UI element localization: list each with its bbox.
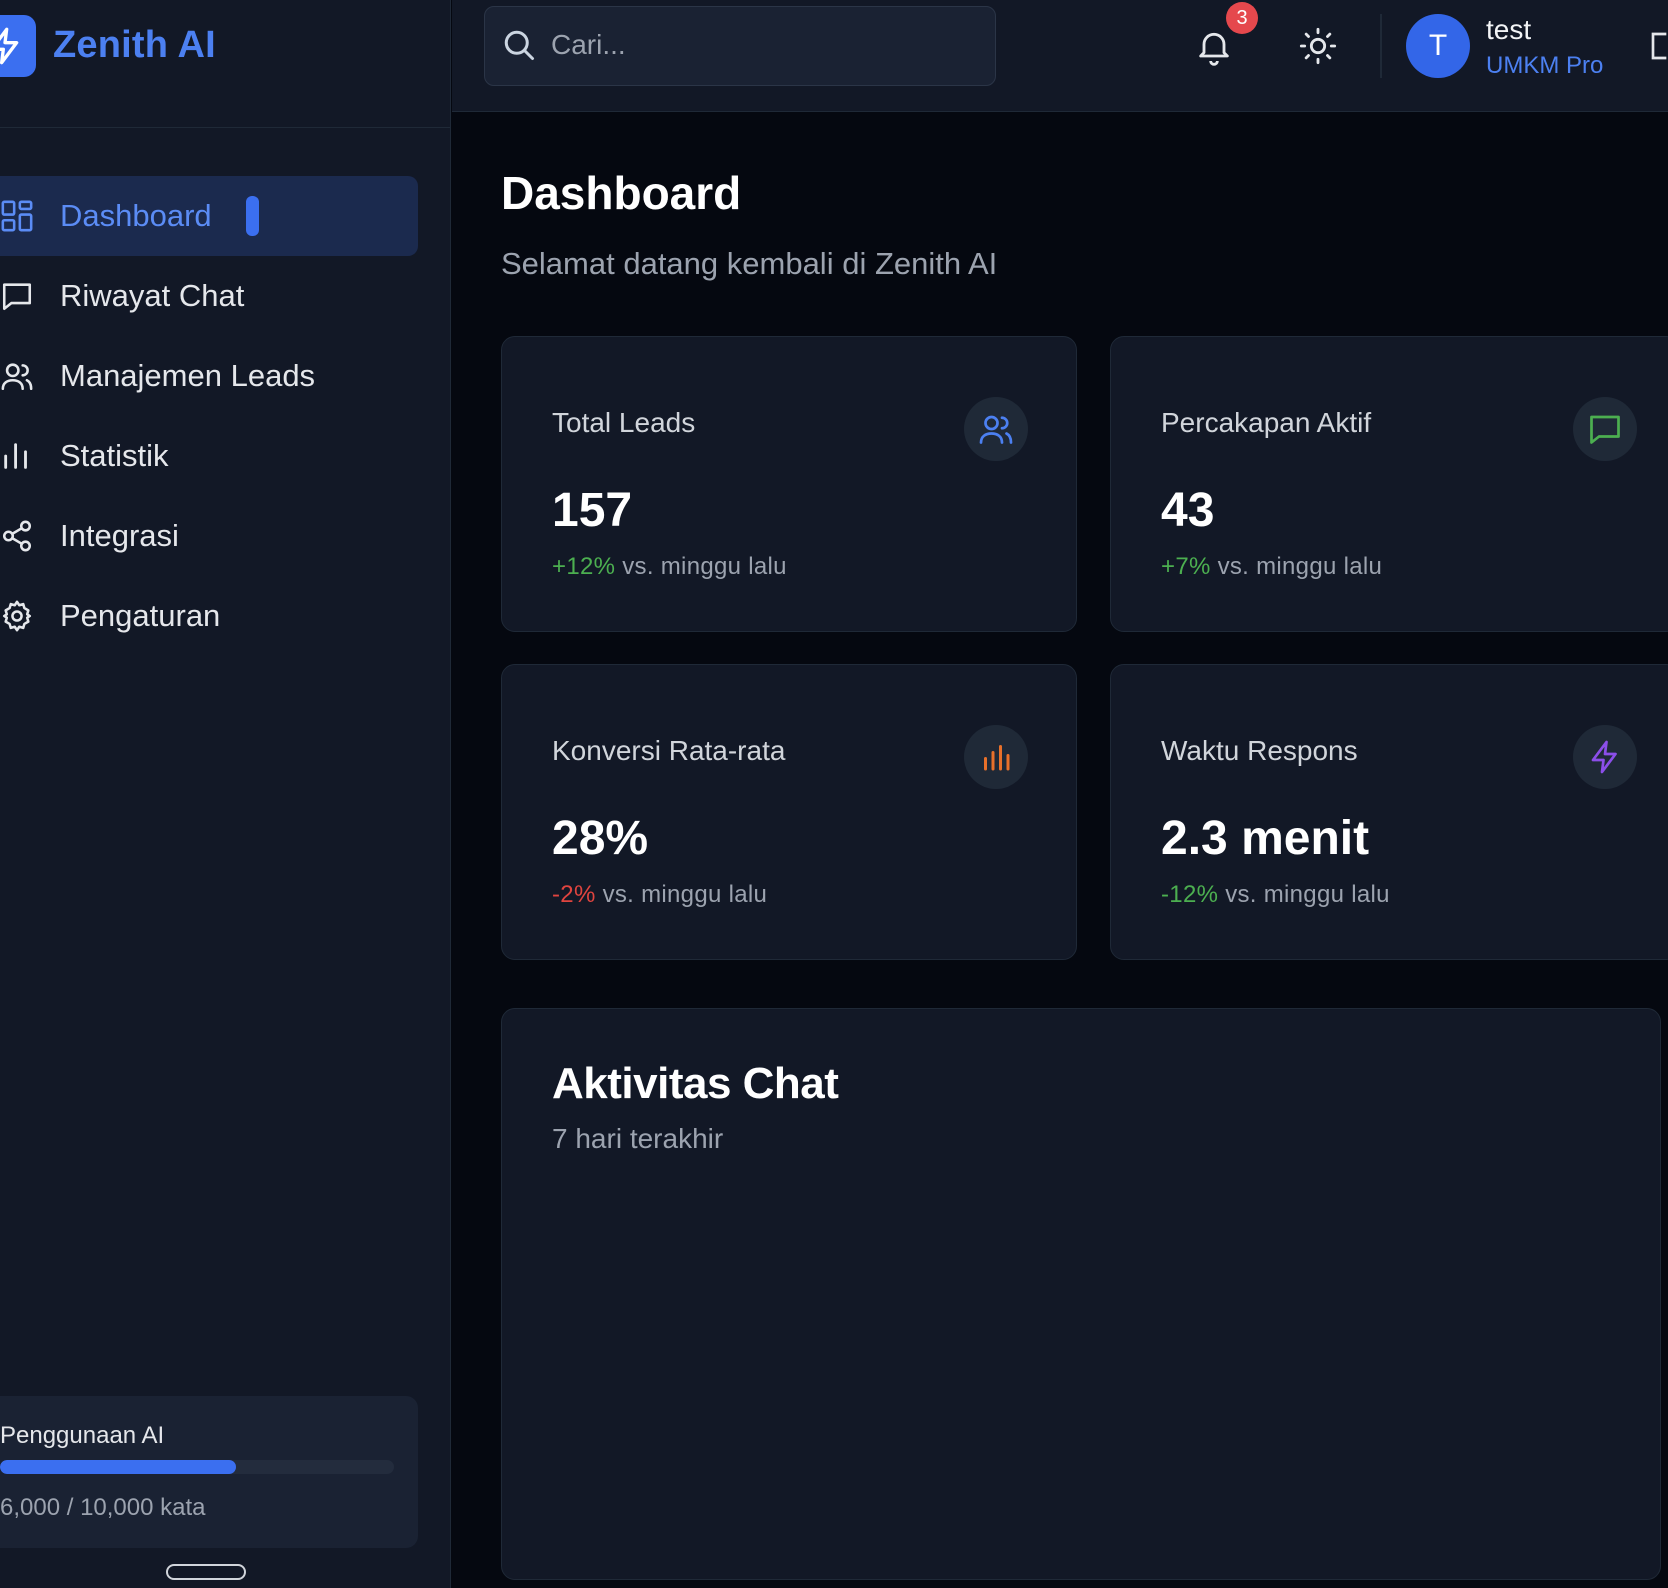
card-title: Konversi Rata-rata [552,735,786,766]
card-change-value: -12% [1161,881,1219,908]
sidebar-item-pengaturan[interactable]: Pengaturan [0,576,418,656]
chart-title: Aktivitas Chat [552,1059,839,1108]
ai-usage-panel: Penggunaan AI 6,000 / 10,000 kata [0,1396,418,1548]
avatar[interactable]: T [1406,14,1470,78]
chat-activity-card: Aktivitas Chat 7 hari terakhir [501,1008,1661,1580]
chat-bubble-icon [2,283,32,311]
header-divider [1380,14,1382,78]
card-change-suffix: vs. minggu lalu [1217,553,1383,580]
sidebar-item-label: Statistik [60,438,169,473]
card-change: +7% vs. minggu lalu [1161,553,1382,581]
card-value: 157 [552,484,633,537]
chart-subtitle: 7 hari terakhir [552,1123,724,1154]
sidebar: Zenith AI Dashboard Riwayat Chat Manajem… [0,0,451,1588]
stat-card-percakapan-aktif: Percakapan Aktif 43 +7% vs. minggu lalu [1110,336,1668,632]
card-change-value: -2% [552,881,596,908]
card-change-suffix: vs. minggu lalu [622,553,787,580]
card-change: +12% vs. minggu lalu [552,553,787,581]
bell-icon[interactable] [1194,26,1234,66]
card-icon-wrapper [1573,725,1637,789]
sidebar-item-manajemen-leads[interactable]: Manajemen Leads [0,336,418,416]
user-plan: UMKM Pro [1486,52,1604,79]
sidebar-item-label: Manajemen Leads [60,358,316,393]
top-header: 3 T test UMKM Pro [452,0,1668,112]
gear-icon [2,600,32,632]
notification-badge: 3 [1226,2,1258,34]
sidebar-item-statistik[interactable]: Statistik [0,416,418,496]
stat-card-konversi: Konversi Rata-rata 28% -2% vs. minggu la… [501,664,1077,960]
card-change-suffix: vs. minggu lalu [1225,881,1390,908]
sidebar-item-label: Dashboard [60,198,212,233]
sidebar-item-riwayat-chat[interactable]: Riwayat Chat [0,256,418,336]
card-change-value: +7% [1161,553,1211,580]
sidebar-scroll-handle[interactable] [166,1564,246,1580]
card-icon-wrapper [964,725,1028,789]
card-icon-wrapper [1573,397,1637,461]
card-title: Waktu Respons [1161,735,1358,766]
sidebar-item-label: Riwayat Chat [60,278,245,313]
sidebar-item-label: Integrasi [60,518,179,553]
usage-text: 6,000 / 10,000 kata [0,1494,206,1521]
stat-card-waktu-respons: Waktu Respons 2.3 menit -12% vs. minggu … [1110,664,1668,960]
card-title: Percakapan Aktif [1161,407,1372,438]
lightning-logo-icon[interactable] [0,15,36,77]
sidebar-item-dashboard[interactable]: Dashboard [0,176,418,256]
usage-progress-fill [0,1460,237,1474]
sun-icon[interactable] [1298,26,1338,66]
brand-header: Zenith AI [0,0,451,128]
sidebar-item-integrasi[interactable]: Integrasi [0,496,418,576]
page-subtitle: Selamat datang kembali di Zenith AI [501,246,998,281]
bar-chart-icon [4,443,27,469]
search-icon [504,30,534,60]
bar-chart-icon [984,745,1010,771]
stat-card-total-leads: Total Leads 157 +12% vs. minggu lalu [501,336,1077,632]
dashboard-grid-icon [1,200,33,232]
card-value: 43 [1161,484,1215,537]
sidebar-nav: Dashboard Riwayat Chat Manajemen Leads S… [0,176,451,656]
chat-bubble-icon [1590,415,1620,444]
usage-title: Penggunaan AI [0,1422,165,1449]
card-icon-wrapper [964,397,1028,461]
search-input[interactable] [551,25,971,65]
logout-icon[interactable] [1646,30,1668,62]
page-title: Dashboard [501,167,742,219]
user-name: test [1486,14,1532,45]
sidebar-item-label: Pengaturan [60,598,221,633]
card-change: -2% vs. minggu lalu [552,881,767,909]
card-value: 2.3 menit [1161,812,1370,865]
card-change-suffix: vs. minggu lalu [602,881,768,908]
card-value: 28% [552,812,649,865]
active-indicator [246,196,259,236]
users-icon [979,415,1013,444]
search-box[interactable] [484,6,996,86]
card-title: Total Leads [552,407,696,438]
brand-name[interactable]: Zenith AI [53,24,216,67]
users-icon [1,363,33,391]
card-change: -12% vs. minggu lalu [1161,881,1390,909]
usage-progress-bar [0,1460,394,1474]
share-icon [2,520,32,552]
card-change-value: +12% [552,553,616,580]
lightning-icon [1591,740,1617,774]
